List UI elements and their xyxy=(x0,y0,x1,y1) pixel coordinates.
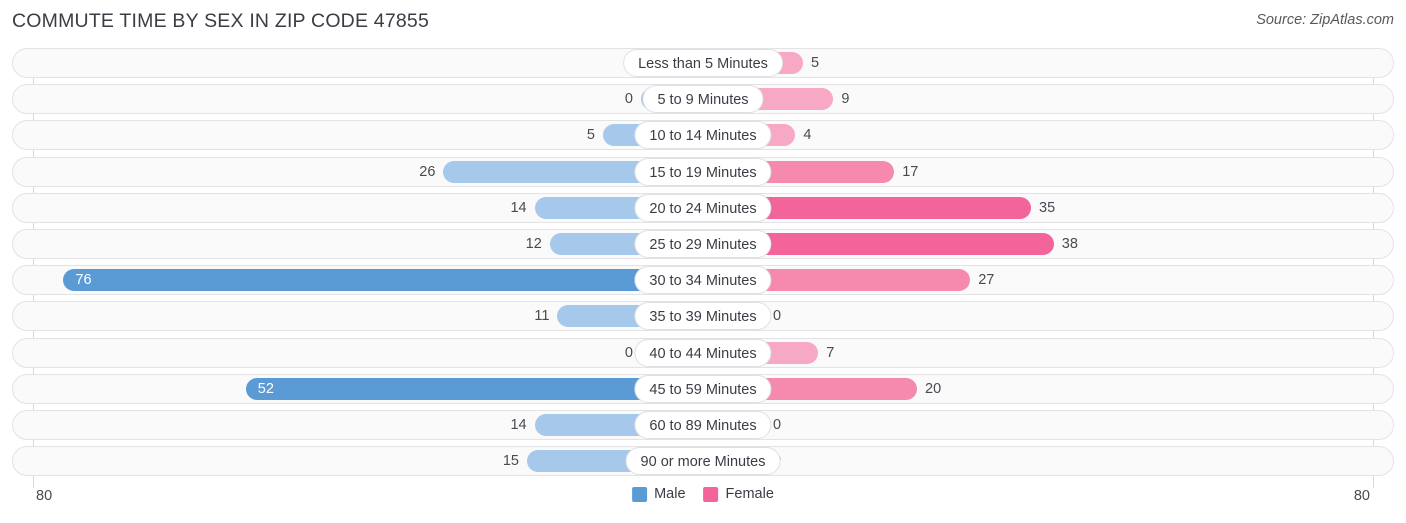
chart-row: 14 0 60 to 89 Minutes xyxy=(0,409,1406,440)
legend-swatch-icon xyxy=(632,486,648,502)
value-label-male: 0 xyxy=(624,91,633,108)
chart-row: 05Less than 5 Minutes xyxy=(0,48,1406,78)
category-label: 90 or more Minutes xyxy=(625,447,781,476)
category-label: 40 to 44 Minutes xyxy=(634,338,772,367)
row-bars: 52 20 45 to 59 Minutes xyxy=(0,374,1406,404)
chart-footer: 80 80 Male Female xyxy=(0,484,1406,523)
chart-page: COMMUTE TIME BY SEX IN ZIP CODE 47855 So… xyxy=(0,0,1406,523)
legend-item[interactable]: Male xyxy=(632,486,686,502)
value-label-male: 11 xyxy=(534,308,550,325)
value-label-female: 27 xyxy=(978,272,995,289)
value-label-female: 7 xyxy=(826,344,835,361)
legend-swatch-icon xyxy=(703,486,719,502)
value-label-female: 0 xyxy=(773,416,782,433)
chart-row: 11 0 35 to 39 Minutes xyxy=(0,301,1406,332)
row-bars: 76 27 30 to 34 Minutes xyxy=(0,265,1406,295)
category-label: 10 to 14 Minutes xyxy=(634,121,772,150)
value-label-male: 14 xyxy=(510,416,527,433)
chart-legend: Male Female xyxy=(632,486,774,502)
row-bars: 12 38 25 to 29 Minutes xyxy=(0,229,1406,259)
chart-row: 5 4 10 to 14 Minutes xyxy=(0,120,1406,151)
axis-tick-left: 80 xyxy=(36,488,53,504)
legend-item[interactable]: Female xyxy=(703,486,774,502)
legend-label: Male xyxy=(654,486,686,502)
legend-label: Female xyxy=(725,486,774,502)
chart-row: 26 17 15 to 19 Minutes xyxy=(0,156,1406,187)
value-label-male: 0 xyxy=(624,344,633,361)
value-label-male: 76 xyxy=(75,272,92,289)
row-bars: 05Less than 5 Minutes xyxy=(0,48,1406,78)
row-bars: 5 4 10 to 14 Minutes xyxy=(0,120,1406,150)
chart-row: 52 20 45 to 59 Minutes xyxy=(0,373,1406,404)
category-label: 45 to 59 Minutes xyxy=(634,374,772,403)
value-label-male: 12 xyxy=(525,235,542,252)
value-label-female: 20 xyxy=(925,380,942,397)
chart-row: 0 7 40 to 44 Minutes xyxy=(0,337,1406,368)
page-title: COMMUTE TIME BY SEX IN ZIP CODE 47855 xyxy=(12,10,430,32)
value-label-female: 4 xyxy=(803,127,812,144)
value-label-female: 0 xyxy=(773,308,782,325)
category-label: Less than 5 Minutes xyxy=(623,49,783,77)
category-label: 20 to 24 Minutes xyxy=(634,193,772,222)
value-label-male: 15 xyxy=(502,453,519,470)
row-bars: 14 0 60 to 89 Minutes xyxy=(0,410,1406,440)
chart-row: 15090 or more Minutes xyxy=(0,446,1406,477)
source-attribution: Source: ZipAtlas.com xyxy=(1256,12,1394,28)
row-bars: 11 0 35 to 39 Minutes xyxy=(0,301,1406,331)
value-label-female: 17 xyxy=(902,163,919,180)
axis-tick-right: 80 xyxy=(1353,488,1370,504)
row-bars: 0 7 40 to 44 Minutes xyxy=(0,338,1406,368)
chart-row: 0 9 5 to 9 Minutes xyxy=(0,84,1406,115)
value-label-female: 35 xyxy=(1039,199,1056,216)
category-label: 5 to 9 Minutes xyxy=(642,85,764,114)
row-bars: 26 17 15 to 19 Minutes xyxy=(0,157,1406,187)
category-label: 25 to 29 Minutes xyxy=(634,229,772,258)
chart-row: 12 38 25 to 29 Minutes xyxy=(0,228,1406,259)
value-label-female: 38 xyxy=(1061,235,1078,252)
value-label-female: 9 xyxy=(841,91,850,108)
row-bars: 15090 or more Minutes xyxy=(0,446,1406,476)
value-label-female: 5 xyxy=(811,55,820,71)
chart-plot-area: 0 5 Less than 5 Minutes 0 9 5 to 9 Minutes 5 4 1… xyxy=(0,48,1406,488)
category-label: 15 to 19 Minutes xyxy=(634,157,772,186)
value-label-male: 14 xyxy=(510,199,527,216)
value-label-male: 26 xyxy=(419,163,436,180)
category-label: 30 to 34 Minutes xyxy=(634,266,772,295)
chart-row: 14 35 20 to 24 Minutes xyxy=(0,192,1406,223)
chart-header: COMMUTE TIME BY SEX IN ZIP CODE 47855 So… xyxy=(0,0,1406,44)
chart-row: 76 27 30 to 34 Minutes xyxy=(0,265,1406,296)
row-bars: 0 9 5 to 9 Minutes xyxy=(0,84,1406,114)
chart-rows: 0 5 Less than 5 Minutes 0 9 5 to 9 Minutes 5 4 1… xyxy=(0,48,1406,482)
category-label: 35 to 39 Minutes xyxy=(634,302,772,331)
category-label: 60 to 89 Minutes xyxy=(634,410,772,439)
row-bars: 14 35 20 to 24 Minutes xyxy=(0,193,1406,223)
value-label-male: 5 xyxy=(586,127,595,144)
bar-male[interactable] xyxy=(63,269,703,292)
value-label-male: 52 xyxy=(257,380,274,397)
